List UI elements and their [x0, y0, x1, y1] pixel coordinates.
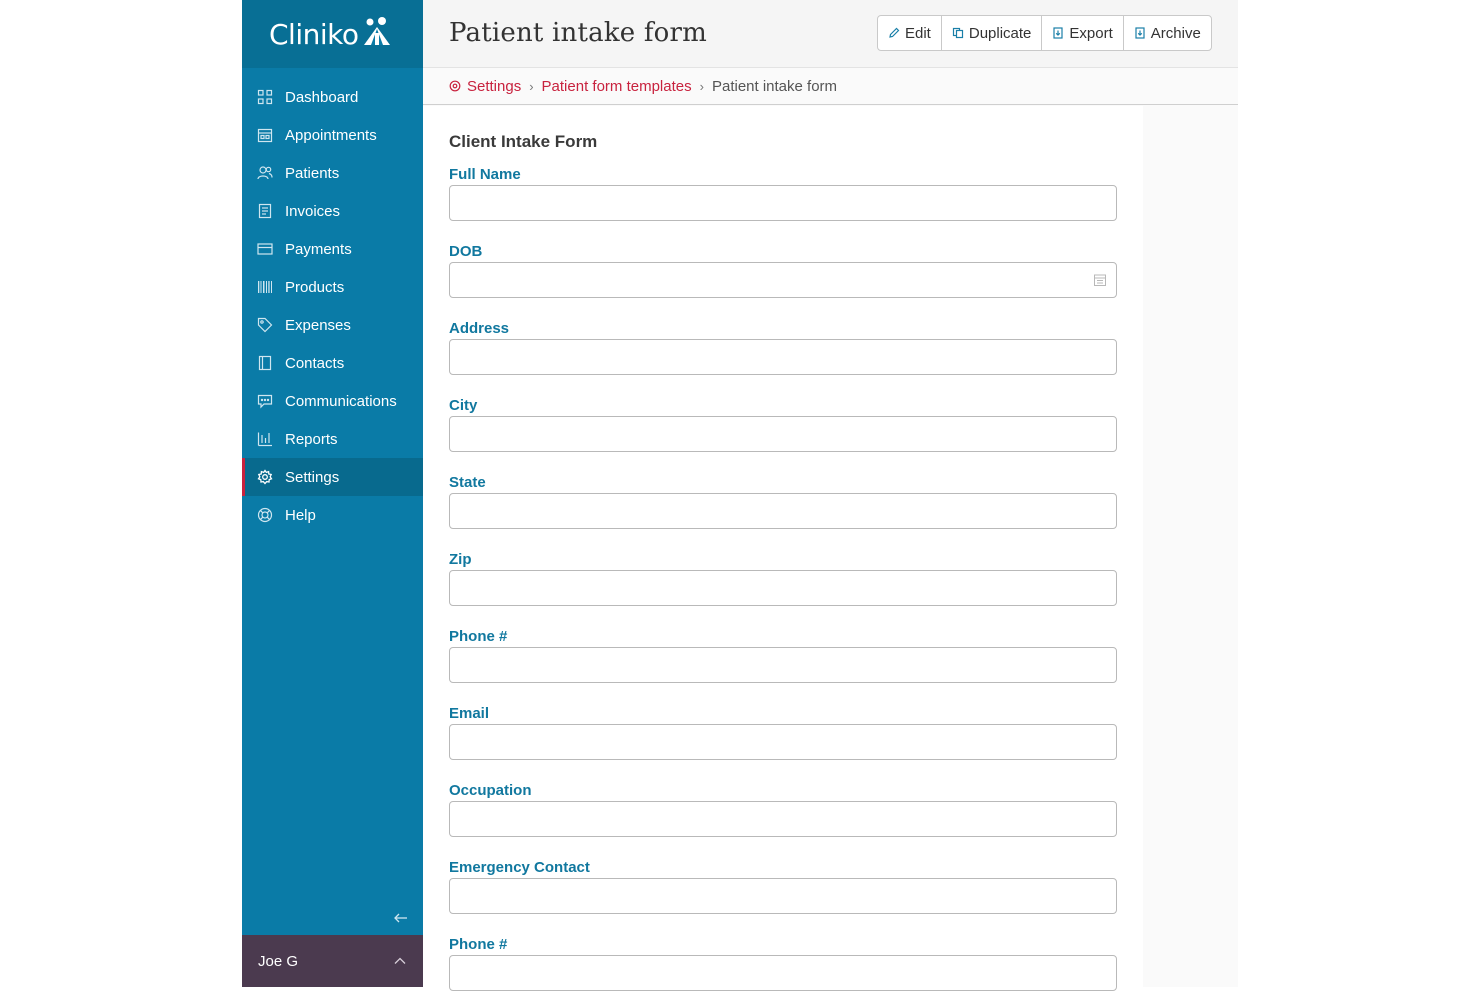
sidebar-item-label: Settings — [285, 468, 340, 486]
patients-icon — [257, 165, 273, 181]
brand-logo-icon — [364, 17, 391, 45]
dob-input[interactable] — [449, 262, 1117, 298]
edit-button[interactable]: Edit — [878, 16, 942, 50]
collapse-sidebar-icon[interactable] — [393, 910, 409, 926]
app-window: Cliniko Dashboard Appointments Patients … — [242, 0, 1238, 991]
form-content: Client Intake Form Full Name DOB Address… — [423, 106, 1143, 991]
lifebuoy-icon — [257, 507, 273, 523]
sidebar-item-dashboard[interactable]: Dashboard — [242, 78, 423, 116]
zip-input[interactable] — [449, 570, 1117, 606]
breadcrumb-settings-link[interactable]: Settings — [467, 78, 521, 95]
sidebar-item-expenses[interactable]: Expenses — [242, 306, 423, 344]
sidebar-item-label: Contacts — [285, 354, 345, 372]
barcode-icon — [257, 279, 273, 295]
sidebar-item-label: Products — [285, 278, 345, 296]
field-label-dob: DOB — [449, 243, 483, 260]
full-name-input[interactable] — [449, 185, 1117, 221]
chevron-up-icon — [394, 957, 406, 964]
sidebar-item-label: Help — [285, 506, 316, 524]
sidebar-item-payments[interactable]: Payments — [242, 230, 423, 268]
sidebar-item-label: Patients — [285, 164, 340, 182]
field-label-emergency-contact: Emergency Contact — [449, 859, 590, 876]
settings-gear-icon — [449, 80, 461, 92]
field-label-full-name: Full Name — [449, 166, 521, 183]
logo[interactable]: Cliniko — [242, 0, 423, 68]
export-button-label: Export — [1069, 24, 1113, 42]
sidebar-item-invoices[interactable]: Invoices — [242, 192, 423, 230]
sidebar-item-label: Dashboard — [285, 88, 359, 106]
dashboard-icon — [257, 89, 273, 105]
sidebar-item-patients[interactable]: Patients — [242, 154, 423, 192]
page-header: Patient intake form Edit Duplicate Expor… — [423, 0, 1238, 68]
field-label-city: City — [449, 397, 478, 414]
archive-button[interactable]: Archive — [1124, 16, 1211, 50]
export-button[interactable]: Export — [1042, 16, 1124, 50]
field-label-address: Address — [449, 320, 510, 337]
emergency-contact-input[interactable] — [449, 878, 1117, 914]
card-icon — [257, 241, 273, 257]
pencil-icon — [889, 27, 900, 38]
address-input[interactable] — [449, 339, 1117, 375]
sidebar-item-label: Appointments — [285, 126, 377, 144]
sidebar-item-communications[interactable]: Communications — [242, 382, 423, 420]
copy-icon — [952, 27, 963, 39]
user-name: Joe G — [258, 952, 299, 970]
breadcrumb-current: Patient intake form — [711, 77, 838, 95]
form-title: Client Intake Form — [449, 132, 598, 151]
sidebar-nav: Dashboard Appointments Patients Invoices — [242, 78, 423, 534]
calendar-icon — [257, 127, 273, 143]
user-menu[interactable]: Joe G — [242, 935, 423, 987]
field-label-emergency-phone: Phone # — [449, 936, 508, 953]
phone-input[interactable] — [449, 647, 1117, 683]
sidebar-item-contacts[interactable]: Contacts — [242, 344, 423, 382]
occupation-input[interactable] — [449, 801, 1117, 837]
breadcrumb: Settings › Patient form templates › Pati… — [423, 68, 1238, 105]
field-label-state: State — [449, 474, 486, 491]
breadcrumb-separator-icon: › — [699, 78, 704, 94]
field-label-email: Email — [449, 705, 490, 722]
invoice-icon — [257, 203, 273, 219]
breadcrumb-templates-link[interactable]: Patient form templates — [542, 78, 692, 95]
calendar-icon[interactable] — [1093, 273, 1107, 287]
sidebar: Cliniko Dashboard Appointments Patients … — [242, 0, 423, 987]
state-input[interactable] — [449, 493, 1117, 529]
edit-button-label: Edit — [905, 24, 931, 42]
email-input[interactable] — [449, 724, 1117, 760]
chat-icon — [257, 393, 273, 409]
sidebar-item-label: Communications — [285, 392, 397, 410]
sidebar-item-settings[interactable]: Settings — [242, 458, 423, 496]
breadcrumb-separator-icon: › — [529, 78, 534, 94]
field-label-zip: Zip — [449, 551, 472, 568]
sidebar-item-label: Payments — [285, 240, 352, 258]
emergency-phone-input[interactable] — [449, 955, 1117, 991]
action-button-group: Edit Duplicate Export Archive — [877, 15, 1212, 51]
sidebar-item-appointments[interactable]: Appointments — [242, 116, 423, 154]
brand-name: Cliniko — [269, 17, 359, 51]
field-label-occupation: Occupation — [449, 782, 532, 799]
tag-icon — [257, 317, 273, 333]
sidebar-item-help[interactable]: Help — [242, 496, 423, 534]
bar-chart-icon — [257, 431, 273, 447]
sidebar-item-label: Invoices — [285, 202, 341, 220]
duplicate-button[interactable]: Duplicate — [942, 16, 1043, 50]
page-title: Patient intake form — [449, 18, 708, 48]
sidebar-item-label: Expenses — [285, 316, 351, 334]
sidebar-item-label: Reports — [285, 430, 338, 448]
address-book-icon — [257, 355, 273, 371]
field-label-phone: Phone # — [449, 628, 508, 645]
gear-icon — [257, 469, 273, 485]
archive-icon — [1135, 27, 1145, 39]
sidebar-item-reports[interactable]: Reports — [242, 420, 423, 458]
duplicate-button-label: Duplicate — [968, 24, 1032, 42]
sidebar-item-products[interactable]: Products — [242, 268, 423, 306]
archive-button-label: Archive — [1150, 24, 1201, 42]
city-input[interactable] — [449, 416, 1117, 452]
export-icon — [1053, 27, 1064, 39]
